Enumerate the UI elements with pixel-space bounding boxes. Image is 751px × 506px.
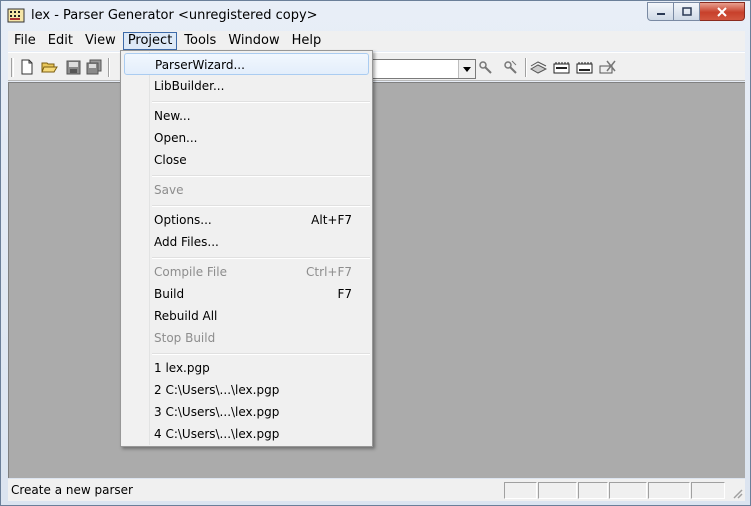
menu-item-label: Compile File bbox=[154, 265, 227, 279]
caption-buttons bbox=[647, 2, 745, 21]
menu-item-options[interactable]: Options... Alt+F7 bbox=[124, 209, 369, 231]
menu-item-save[interactable]: Save bbox=[124, 179, 369, 201]
status-pane bbox=[609, 482, 647, 499]
new-file-icon[interactable] bbox=[18, 58, 36, 76]
minimize-button[interactable] bbox=[647, 2, 674, 21]
menu-help[interactable]: Help bbox=[286, 32, 328, 50]
status-pane bbox=[578, 482, 608, 499]
status-bar: Create a new parser bbox=[8, 479, 745, 501]
status-pane bbox=[648, 482, 690, 499]
menu-view[interactable]: View bbox=[79, 32, 122, 50]
menu-item-compile-file[interactable]: Compile File Ctrl+F7 bbox=[124, 261, 369, 283]
save-all-icon[interactable] bbox=[85, 58, 103, 76]
compile-icon[interactable] bbox=[476, 58, 494, 76]
menu-item-parserwizard[interactable]: ParserWizard... bbox=[124, 53, 369, 75]
menu-window[interactable]: Window bbox=[222, 32, 285, 50]
save-icon[interactable] bbox=[64, 58, 82, 76]
minimize-icon bbox=[656, 12, 665, 15]
status-pane bbox=[691, 482, 725, 499]
maximize-button[interactable] bbox=[674, 2, 700, 21]
build-icon[interactable] bbox=[501, 58, 519, 76]
menu-separator bbox=[152, 101, 370, 103]
menu-tools[interactable]: Tools bbox=[178, 32, 222, 50]
menu-item-label: 3 C:\Users\...\lex.pgp bbox=[154, 405, 280, 419]
toolbar-separator bbox=[525, 58, 527, 77]
chevron-down-icon bbox=[463, 66, 471, 72]
menu-item-label: New... bbox=[154, 109, 191, 123]
combobox-dropdown-button[interactable] bbox=[458, 60, 475, 78]
menu-item-label: 4 C:\Users\...\lex.pgp bbox=[154, 427, 280, 441]
open-folder-icon[interactable] bbox=[40, 58, 58, 76]
toolbar bbox=[8, 52, 745, 81]
menu-item-label: Build bbox=[154, 287, 185, 301]
menu-item-recent-3[interactable]: 3 C:\Users\...\lex.pgp bbox=[124, 401, 369, 423]
yacc-icon[interactable] bbox=[575, 58, 593, 76]
menu-item-shortcut: F7 bbox=[337, 287, 352, 301]
status-text: Create a new parser bbox=[11, 483, 133, 497]
menu-item-label: 1 lex.pgp bbox=[154, 361, 210, 375]
window-title: lex - Parser Generator <unregistered cop… bbox=[31, 8, 318, 23]
menu-item-shortcut: Ctrl+F7 bbox=[306, 265, 352, 279]
menu-file[interactable]: File bbox=[8, 32, 42, 50]
menu-item-label: Rebuild All bbox=[154, 309, 218, 323]
maximize-icon bbox=[681, 7, 692, 16]
menu-item-new[interactable]: New... bbox=[124, 105, 369, 127]
menu-item-rebuild-all[interactable]: Rebuild All bbox=[124, 305, 369, 327]
stop-build-icon[interactable] bbox=[598, 58, 616, 76]
menu-item-label: LibBuilder... bbox=[154, 79, 225, 93]
menu-item-stop-build[interactable]: Stop Build bbox=[124, 327, 369, 349]
menu-edit[interactable]: Edit bbox=[42, 32, 79, 50]
status-pane bbox=[504, 482, 537, 499]
app-icon[interactable] bbox=[7, 7, 25, 24]
menu-separator bbox=[152, 353, 370, 355]
menu-bar: File Edit View Project Tools Window Help bbox=[8, 31, 745, 51]
menu-item-label: Close bbox=[154, 153, 187, 167]
menu-separator bbox=[152, 205, 370, 207]
close-icon bbox=[717, 6, 727, 17]
menu-item-label: Add Files... bbox=[154, 235, 219, 249]
application-window: lex - Parser Generator <unregistered cop… bbox=[0, 0, 751, 506]
menu-item-shortcut: Alt+F7 bbox=[311, 213, 352, 227]
menu-item-close[interactable]: Close bbox=[124, 149, 369, 171]
menu-separator bbox=[152, 175, 370, 177]
mdi-client-area[interactable] bbox=[8, 82, 745, 478]
menu-item-label: 2 C:\Users\...\lex.pgp bbox=[154, 383, 280, 397]
menu-item-open[interactable]: Open... bbox=[124, 127, 369, 149]
menu-item-label: Stop Build bbox=[154, 331, 216, 345]
menu-item-add-files[interactable]: Add Files... bbox=[124, 231, 369, 253]
configuration-combobox[interactable] bbox=[372, 59, 476, 79]
rebuild-icon[interactable] bbox=[529, 58, 547, 76]
menu-item-label: Open... bbox=[154, 131, 198, 145]
close-button[interactable] bbox=[700, 2, 745, 21]
menu-project[interactable]: Project bbox=[122, 32, 178, 50]
menu-item-build[interactable]: Build F7 bbox=[124, 283, 369, 305]
menu-item-recent-1[interactable]: 1 lex.pgp bbox=[124, 357, 369, 379]
menu-item-libbuilder[interactable]: LibBuilder... bbox=[124, 75, 369, 97]
title-bar[interactable]: lex - Parser Generator <unregistered cop… bbox=[1, 1, 750, 30]
toolbar-grip[interactable] bbox=[11, 58, 14, 77]
menu-item-recent-2[interactable]: 2 C:\Users\...\lex.pgp bbox=[124, 379, 369, 401]
project-menu-dropdown: ParserWizard... LibBuilder... New... Ope… bbox=[120, 50, 373, 447]
lex-icon[interactable] bbox=[552, 58, 570, 76]
menu-item-recent-4[interactable]: 4 C:\Users\...\lex.pgp bbox=[124, 423, 369, 445]
menu-separator bbox=[152, 257, 370, 259]
menu-item-label: Options... bbox=[154, 213, 212, 227]
resize-grip-icon[interactable] bbox=[731, 487, 743, 499]
menu-item-label: ParserWizard... bbox=[155, 58, 245, 72]
menu-item-label: Save bbox=[154, 183, 184, 197]
status-pane bbox=[538, 482, 577, 499]
toolbar-separator bbox=[108, 58, 110, 77]
